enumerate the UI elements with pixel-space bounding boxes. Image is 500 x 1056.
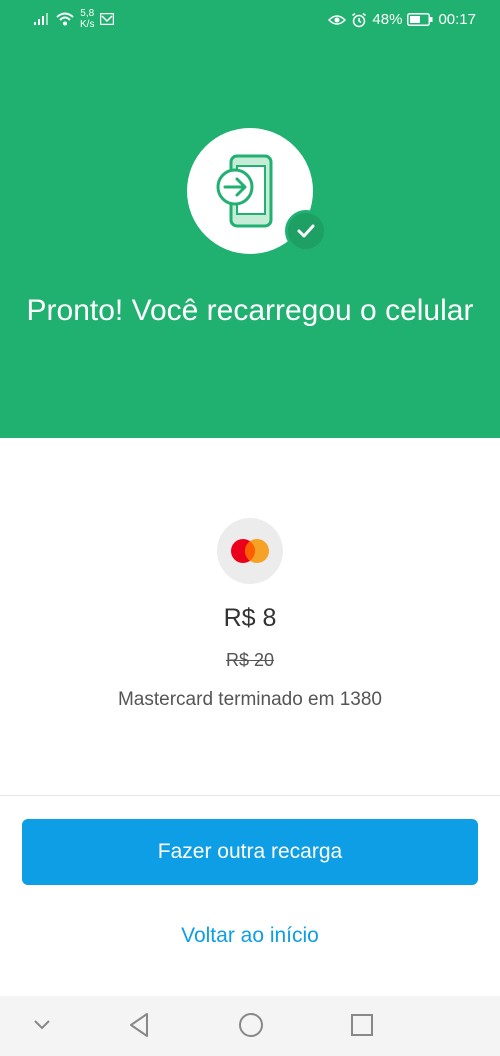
alarm-icon (352, 12, 367, 27)
battery-icon (407, 13, 433, 26)
speed-unit: K/s (80, 19, 95, 30)
recents-icon[interactable] (350, 1013, 374, 1037)
eye-icon (328, 14, 347, 25)
chevron-down-icon[interactable] (32, 1018, 52, 1032)
success-hero: Pronto! Você recarregou o celular (0, 42, 500, 438)
home-icon[interactable] (238, 1012, 264, 1038)
back-to-home-link[interactable]: Voltar ao início (0, 924, 500, 948)
new-recharge-button[interactable]: Fazer outra recarga (22, 819, 478, 885)
navigation-bar (0, 996, 500, 1056)
wifi-icon (56, 12, 74, 26)
status-bar: 5,8 K/s 48% 00:17 (0, 0, 500, 42)
original-amount: R$ 20 (225, 650, 275, 670)
network-speed: 5,8 K/s (80, 8, 94, 30)
back-icon[interactable] (127, 1012, 151, 1038)
signal-icon (34, 13, 48, 25)
mail-icon (100, 13, 115, 25)
mastercard-logo-icon (217, 518, 283, 584)
speed-value: 5,8 (80, 8, 95, 19)
success-title: Pronto! Você recarregou o celular (26, 294, 474, 327)
check-icon (285, 210, 327, 252)
paid-amount: R$ 8 (223, 604, 277, 632)
card-description: Mastercard terminado em 1380 (117, 689, 382, 710)
divider (0, 795, 500, 796)
battery-percent: 48% (372, 11, 403, 28)
clock: 00:17 (438, 11, 476, 28)
